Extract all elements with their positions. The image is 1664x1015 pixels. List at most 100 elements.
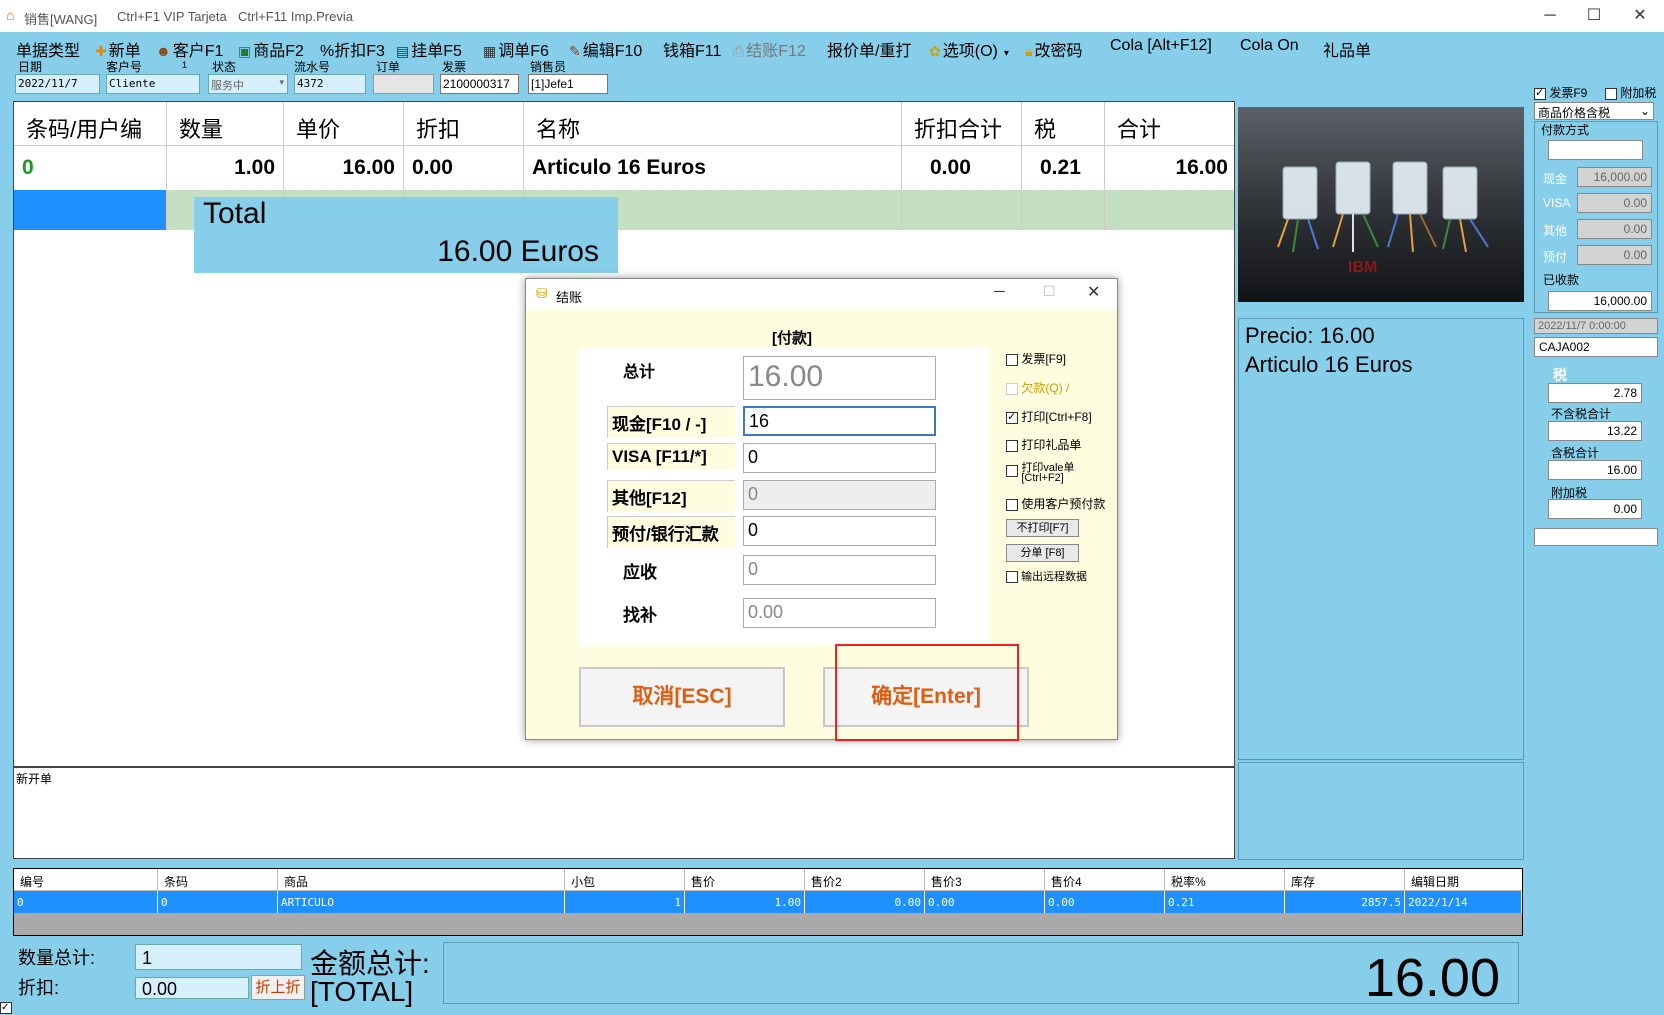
cell-new[interactable] [902, 190, 1022, 230]
col-header-qty[interactable]: 数量 [167, 102, 284, 146]
pencil-icon: ✎ [569, 43, 581, 59]
cell-code[interactable]: 0 [14, 146, 167, 190]
invoice-option[interactable]: 发票[F9] [1006, 350, 1066, 367]
other-label: 其他 [1543, 224, 1568, 238]
cola-button[interactable]: Cola [Alt+F12] [1110, 37, 1212, 55]
prepaid-option[interactable]: 使用客户预付款 [1006, 495, 1105, 512]
plist-cell[interactable]: ARTICULO [278, 891, 565, 913]
extra-discount-button[interactable]: 折上折 [251, 975, 305, 1000]
plist-header-price2[interactable]: 售价2 [805, 869, 925, 891]
vale-print-option[interactable]: 打印vale单 [Ctrl+F2] [1006, 463, 1075, 484]
password-button[interactable]: 🔒︎ 改密码 [1025, 37, 1082, 61]
plist-cell[interactable]: 2857.5 [1285, 891, 1405, 913]
cell-new-code[interactable] [14, 190, 167, 230]
plist-header-taxrate[interactable]: 税率% [1165, 869, 1285, 891]
customer-field[interactable]: Cliente [106, 74, 200, 94]
app-icon: ⌂ [6, 7, 15, 23]
cell-new[interactable] [1105, 190, 1234, 230]
col-header-price[interactable]: 单价 [284, 102, 404, 146]
cola-on-button[interactable]: Cola On [1240, 37, 1299, 55]
plist-header-editdate[interactable]: 编辑日期 [1405, 869, 1522, 891]
status-select[interactable]: 服务中 ▾ [208, 74, 288, 94]
date-field[interactable]: 2022/11/7 [15, 74, 100, 94]
cell-tax[interactable]: 0.21 [1022, 146, 1105, 190]
minimize-button[interactable]: ─ [1530, 4, 1570, 28]
checkout-button[interactable]: ⎙ 结账F12 [733, 37, 806, 61]
col-header-disc-total[interactable]: 折扣合计 [902, 102, 1022, 146]
cancel-button[interactable]: 取消[ESC] [579, 667, 785, 727]
split-button[interactable]: 分单 [F8] [1006, 544, 1079, 562]
gift-button[interactable]: 礼品单 [1323, 37, 1371, 61]
plist-header-pack[interactable]: 小包 [565, 869, 685, 891]
other-input[interactable]: 0 [743, 480, 936, 510]
print-option[interactable]: 打印[Ctrl+F8] [1006, 408, 1092, 425]
dialog-maximize-button[interactable]: ☐ [1043, 283, 1056, 300]
close-button[interactable]: ✕ [1620, 4, 1660, 28]
date-label: 日期 [18, 60, 43, 74]
cell-new[interactable] [1022, 190, 1105, 230]
plist-header-price[interactable]: 售价 [685, 869, 805, 891]
payment-method-field[interactable] [1548, 140, 1643, 160]
gift-print-option[interactable]: 打印礼品单 [1006, 436, 1081, 453]
prepaid-input[interactable]: 0 [743, 516, 936, 546]
prepaid-field[interactable]: 0.00 [1577, 245, 1652, 265]
col-header-tax[interactable]: 税 [1022, 102, 1105, 146]
col-header-code[interactable]: 条码/用户编 [14, 102, 167, 146]
export-option[interactable]: 输出远程数据 [1006, 568, 1087, 584]
plist-cell[interactable]: 0.00 [925, 891, 1045, 913]
cash-field[interactable]: 16,000.00 [1577, 167, 1652, 187]
other-label: 其他[F12] [607, 480, 735, 512]
maximize-button[interactable]: ☐ [1574, 4, 1614, 28]
other-field[interactable]: 0.00 [1577, 219, 1652, 239]
plist-header-stock[interactable]: 库存 [1285, 869, 1405, 891]
plist-cell[interactable]: 1 [565, 891, 685, 913]
order-field[interactable] [373, 74, 434, 94]
drawer-button[interactable]: 钱箱F11 [663, 37, 721, 61]
cell-price[interactable]: 16.00 [284, 146, 404, 190]
product-list[interactable]: 编号 条码 商品 小包 售价 售价2 售价3 售价4 税率% 库存 编辑日期 0… [13, 868, 1523, 936]
plist-cell[interactable]: 0.00 [805, 891, 925, 913]
cell-total[interactable]: 16.00 [1105, 146, 1234, 190]
plist-cell[interactable]: 0 [14, 891, 158, 913]
visa-field[interactable]: 0.00 [1577, 193, 1652, 213]
plist-cell[interactable]: 0.21 [1165, 891, 1285, 913]
invoice-field[interactable]: 2100000317 [440, 74, 519, 94]
dialog-minimize-button[interactable]: ─ [994, 283, 1005, 300]
visa-input[interactable]: 0 [743, 443, 936, 473]
bottom-checkbox[interactable]: ✓ [0, 1002, 12, 1014]
received-label: 已收款 [1543, 273, 1580, 287]
cell-disc-total[interactable]: 0.00 [902, 146, 1022, 190]
plist-header-price4[interactable]: 售价4 [1045, 869, 1165, 891]
plist-cell[interactable]: 2022/1/14 [1405, 891, 1522, 913]
col-header-name[interactable]: 名称 [524, 102, 902, 146]
checkbox-icon [1605, 87, 1617, 100]
invoice-checkbox[interactable]: 发票F9 [1534, 84, 1587, 101]
cell-qty[interactable]: 1.00 [167, 146, 284, 190]
plist-header-product[interactable]: 商品 [278, 869, 565, 891]
plist-header-price3[interactable]: 售价3 [925, 869, 1045, 891]
col-header-discount[interactable]: 折扣 [404, 102, 524, 146]
note-area[interactable]: 新开单 [13, 767, 1235, 859]
dialog-close-button[interactable]: ✕ [1087, 282, 1100, 302]
quote-button[interactable]: 报价单/重打 [827, 37, 911, 61]
serial-label: 流水号 [294, 60, 331, 74]
plist-cell[interactable]: 0 [158, 891, 278, 913]
col-header-total[interactable]: 合计 [1105, 102, 1234, 146]
surtax-checkbox[interactable]: 附加税 [1605, 84, 1656, 101]
edit-button[interactable]: ✎ 编辑F10 [569, 37, 642, 61]
options-menu[interactable]: ✿ 选项(O) ▾ [929, 37, 1009, 61]
cash-input[interactable]: 16 [743, 406, 936, 436]
plist-header-barcode[interactable]: 条码 [158, 869, 278, 891]
discount-field[interactable]: 0.00 [135, 977, 249, 999]
blank-field[interactable] [1534, 528, 1658, 546]
plist-cell[interactable]: 0.00 [1045, 891, 1165, 913]
debt-option[interactable]: 欠款(Q) / [1006, 379, 1069, 396]
cell-name[interactable]: Articulo 16 Euros [524, 146, 902, 190]
seller-field[interactable]: [1]Jefe1 [528, 74, 608, 94]
price-mode-select[interactable]: 商品价格含税 ⌄ [1534, 102, 1654, 120]
plist-header-id[interactable]: 编号 [14, 869, 158, 891]
cell-discount[interactable]: 0.00 [404, 146, 524, 190]
plist-cell[interactable]: 1.00 [685, 891, 805, 913]
no-print-button[interactable]: 不打印[F7] [1006, 519, 1079, 537]
serial-field[interactable]: 4372 [294, 74, 366, 94]
